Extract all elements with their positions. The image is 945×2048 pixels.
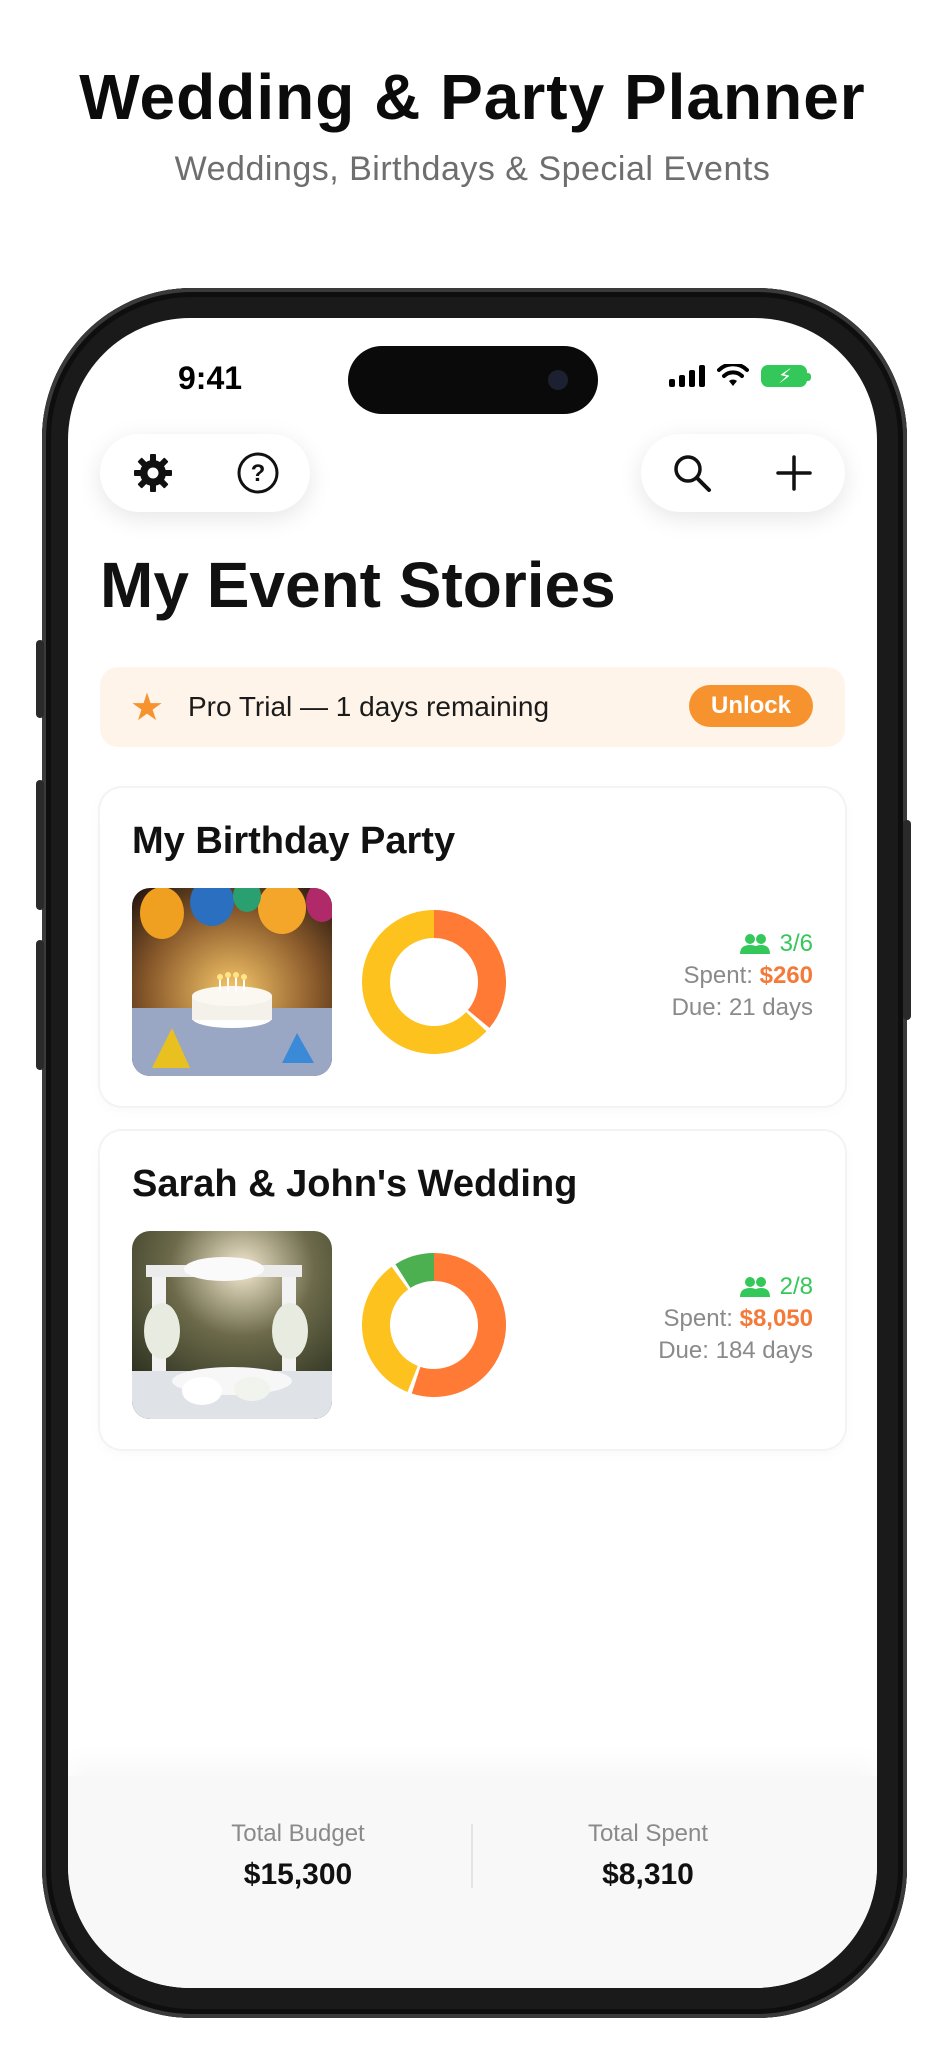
wifi-icon: [717, 364, 749, 386]
donut-segment-2: [395, 1253, 435, 1289]
due-row: Due: 184 days: [658, 1335, 813, 1367]
search-icon[interactable]: [662, 443, 722, 503]
gear-icon[interactable]: [123, 443, 183, 503]
spent-value: $8,050: [739, 1305, 813, 1332]
totals-footer: Total Budget $15,300 Total Spent $8,310: [68, 1776, 877, 1988]
page-title: My Event Stories: [100, 549, 616, 621]
due-label: Due:: [658, 1337, 709, 1364]
side-button-volume-up: [36, 780, 44, 910]
total-budget: Total Budget $15,300: [148, 1820, 448, 1892]
status-icons: ⚡: [669, 364, 811, 388]
total-spent: Total Spent $8,310: [498, 1820, 798, 1892]
total-spent-label: Total Spent: [587, 1820, 709, 1847]
svg-text:?: ?: [250, 460, 265, 487]
toolbar-right-group: [641, 434, 845, 512]
donut-segment-1: [362, 1266, 419, 1392]
side-button-power: [903, 820, 911, 1020]
battery-charging-icon: ⚡: [761, 365, 811, 388]
spent-label: Spent:: [683, 962, 753, 989]
plus-icon[interactable]: [764, 443, 824, 503]
event-stats: 3/6 Spent: $260 Due: 21 days: [672, 928, 813, 1024]
toolbar-left-group: ?: [100, 434, 310, 512]
people-icon: [739, 1277, 770, 1297]
guests-value: 3/6: [779, 930, 813, 957]
due-row: Due: 21 days: [672, 992, 813, 1024]
total-budget-value: $15,300: [243, 1858, 353, 1891]
pro-trial-banner: ★ Pro Trial — 1 days remaining Unlock: [100, 667, 845, 747]
footer-divider: [471, 1824, 473, 1888]
event-card-wedding[interactable]: Sarah & John's Wedding 2/8 Spent: $8,050…: [100, 1131, 845, 1449]
spent-value: $260: [759, 962, 813, 989]
status-time: 9:41: [178, 360, 243, 396]
wedding-arch-flowers-photo: [132, 1231, 332, 1419]
help-circle-icon[interactable]: ?: [228, 443, 288, 503]
side-button-action: [36, 640, 44, 718]
spent-row: Spent: $260: [672, 960, 813, 992]
star-icon: ★: [130, 687, 165, 729]
marketing-title: Wedding & Party Planner: [79, 61, 866, 133]
dynamic-island: [348, 346, 598, 414]
app-screen: 9:41 ⚡ ? My Event Stories ★ Pro Trial — …: [68, 318, 877, 1988]
due-value: 184 days: [715, 1337, 813, 1364]
budget-donut-chart: [362, 910, 506, 1054]
budget-donut-chart: [362, 1253, 506, 1397]
event-title: My Birthday Party: [132, 820, 456, 862]
cellular-signal-icon: [669, 365, 705, 387]
due-label: Due:: [671, 994, 723, 1021]
event-title: Sarah & John's Wedding: [132, 1163, 578, 1205]
total-budget-label: Total Budget: [231, 1820, 365, 1847]
donut-segment-0: [411, 1253, 506, 1397]
marketing-subtitle: Weddings, Birthdays & Special Events: [174, 150, 771, 188]
birthday-cake-balloons-photo: [132, 888, 332, 1076]
guests-value: 2/8: [779, 1273, 813, 1300]
people-icon: [739, 934, 770, 954]
event-card-birthday[interactable]: My Birthday Party 3/6 Spent: $260 Due: 2…: [100, 788, 845, 1106]
guests-count: 2/8: [658, 1271, 813, 1303]
spent-label: Spent:: [663, 1305, 733, 1332]
side-button-volume-down: [36, 940, 44, 1070]
donut-segment-0: [433, 910, 506, 1028]
event-stats: 2/8 Spent: $8,050 Due: 184 days: [658, 1271, 813, 1367]
unlock-button[interactable]: Unlock: [689, 685, 813, 727]
due-value: 21 days: [728, 994, 813, 1021]
trial-text: Pro Trial — 1 days remaining: [188, 691, 550, 722]
total-spent-value: $8,310: [602, 1858, 694, 1891]
spent-row: Spent: $8,050: [658, 1303, 813, 1335]
guests-count: 3/6: [672, 928, 813, 960]
